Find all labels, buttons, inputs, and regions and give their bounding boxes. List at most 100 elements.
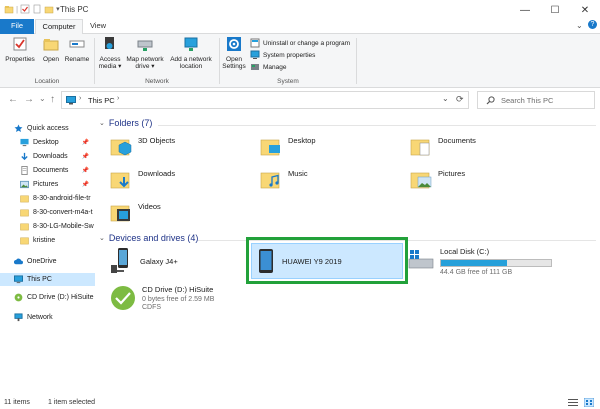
folder-item-desktop[interactable]: Desktop (260, 136, 316, 158)
documents-icon (21, 166, 28, 175)
pictures-icon (20, 180, 29, 189)
group-label-location: Location (34, 78, 60, 85)
documents-folder-icon (410, 139, 430, 156)
cd-drive-icon (111, 286, 135, 310)
pin-icon: 📌 (81, 140, 89, 146)
pictures-folder-icon (410, 172, 432, 189)
device-item-cd-drive[interactable]: CD Drive (D:) HiSuite 0 bytes free of 2.… (110, 285, 214, 311)
item-count: 11 items (4, 399, 30, 406)
access-media-icon (105, 37, 114, 49)
videos-folder-icon (110, 205, 130, 222)
address-chevron-icon[interactable]: › (117, 95, 119, 102)
up-button[interactable]: ↑ (50, 94, 55, 105)
open-button[interactable]: Open (39, 36, 63, 63)
tiles-view-icon[interactable] (584, 398, 594, 407)
sidebar-item-folder-2[interactable]: 8-30-convert-m4a-t (0, 206, 95, 219)
pin-icon: 📌 (81, 168, 89, 174)
tab-view[interactable]: View (84, 19, 112, 34)
device-item-local-disk[interactable]: Local Disk (C:) 44.4 GB free of 111 GB (408, 247, 552, 276)
group-label-system: System (277, 78, 299, 85)
sidebar-item-network[interactable]: Network (0, 311, 95, 324)
folder-item-videos[interactable]: Videos (110, 202, 161, 224)
properties-button[interactable]: Properties (2, 36, 38, 63)
open-folder-icon (43, 39, 59, 51)
quick-access-toolbar: | ▾ (4, 4, 60, 14)
folder-item-documents[interactable]: Documents (410, 136, 476, 158)
folder-item-pictures[interactable]: Pictures (410, 169, 465, 191)
ribbon-tabs: File Computer View ⌄ ? (0, 19, 600, 35)
rename-button[interactable]: Rename (64, 36, 90, 63)
chevron-down-icon: ⌄ (99, 120, 105, 127)
new-file-icon[interactable] (32, 4, 42, 14)
close-button[interactable]: ✕ (570, 0, 600, 20)
recent-locations-button[interactable]: ⌄ (39, 94, 46, 103)
tab-computer[interactable]: Computer (35, 19, 83, 35)
network-location-icon (184, 37, 198, 51)
sidebar-item-pictures[interactable]: Pictures 📌 (0, 178, 95, 191)
open-settings-button[interactable]: Open Settings (221, 36, 247, 70)
address-bar[interactable]: › This PC › ⌄ ⟳ (61, 91, 469, 109)
folder-item-3d-objects[interactable]: 3D Objects (110, 136, 175, 158)
folder-item-music[interactable]: Music (260, 169, 308, 191)
folder-icon (20, 209, 29, 217)
details-view-icon[interactable] (568, 398, 578, 407)
download-icon (21, 152, 28, 161)
search-input[interactable]: Search This PC (501, 96, 553, 105)
help-icon[interactable]: ? (588, 20, 597, 29)
cd-drive-icon (14, 293, 23, 302)
system-properties-button[interactable]: System properties (250, 50, 315, 60)
forward-button[interactable]: → (24, 94, 34, 105)
selection-count: 1 item selected (48, 399, 96, 406)
properties-check-icon[interactable] (20, 4, 30, 14)
sidebar-item-cd-drive[interactable]: CD Drive (D:) HiSuite (0, 291, 95, 304)
star-icon (14, 124, 23, 133)
status-bar: 11 items 1 item selected (0, 396, 600, 409)
system-properties-icon (250, 50, 260, 59)
devices-group-header[interactable]: ⌄ Devices and drives (4) (99, 233, 198, 243)
add-network-location-button[interactable]: Add a network location (167, 36, 215, 70)
sidebar-item-documents[interactable]: Documents 📌 (0, 164, 95, 177)
device-item-huawei[interactable]: HUAWEI Y9 2019 (251, 243, 403, 279)
tab-file[interactable]: File (0, 19, 34, 34)
uninstall-icon (250, 38, 260, 48)
folder-icon (20, 223, 29, 231)
rename-icon (69, 40, 85, 48)
ribbon: Properties Open Rename Location Access m… (0, 34, 600, 88)
address-text[interactable]: This PC (88, 96, 115, 105)
uninstall-program-button[interactable]: Uninstall or change a program (250, 38, 350, 48)
folders-group-header[interactable]: ⌄ Folders (7) (99, 118, 152, 128)
maximize-button[interactable]: ☐ (540, 0, 570, 20)
refresh-icon[interactable]: ⟳ (456, 94, 464, 105)
back-button[interactable]: ← (8, 94, 18, 105)
disk-usage-bar (440, 259, 552, 267)
device-item-galaxy[interactable]: Galaxy J4+ (110, 247, 178, 275)
folder-icon (20, 195, 29, 203)
pin-icon: 📌 (81, 182, 89, 188)
search-box[interactable]: Search This PC (477, 91, 595, 109)
manage-button[interactable]: Manage (250, 62, 287, 72)
new-folder-icon[interactable] (44, 4, 54, 14)
disk-usage-fill (441, 260, 507, 266)
address-dropdown-icon[interactable]: ⌄ (442, 94, 449, 103)
pin-icon: 📌 (81, 154, 89, 160)
sidebar-item-desktop[interactable]: Desktop 📌 (0, 136, 95, 149)
title-bar: | ▾ This PC — ☐ ✕ (0, 0, 600, 20)
sidebar-item-onedrive[interactable]: OneDrive (0, 255, 95, 268)
map-network-drive-button[interactable]: Map network drive ▾ (125, 36, 165, 70)
sidebar-item-folder-1[interactable]: 8-30-android-file-tr (0, 192, 95, 205)
downloads-folder-icon (110, 172, 130, 189)
folder-item-downloads[interactable]: Downloads (110, 169, 175, 191)
sidebar-item-folder-3[interactable]: 8-30-LG-Mobile-Sw (0, 220, 95, 233)
expand-ribbon-icon[interactable]: ⌄ (576, 21, 583, 30)
sidebar-item-this-pc[interactable]: This PC (0, 273, 95, 286)
network-drive-icon (137, 40, 153, 51)
music-folder-icon (260, 172, 280, 189)
address-separator[interactable]: › (79, 95, 81, 102)
access-media-button[interactable]: Access media ▾ (96, 36, 124, 70)
phone-icon (259, 249, 273, 273)
sidebar-item-downloads[interactable]: Downloads 📌 (0, 150, 95, 163)
sidebar-item-folder-4[interactable]: kristine (0, 234, 95, 247)
properties-icon (13, 37, 27, 51)
sidebar-item-quick-access[interactable]: Quick access (0, 122, 95, 135)
minimize-button[interactable]: — (510, 0, 540, 20)
